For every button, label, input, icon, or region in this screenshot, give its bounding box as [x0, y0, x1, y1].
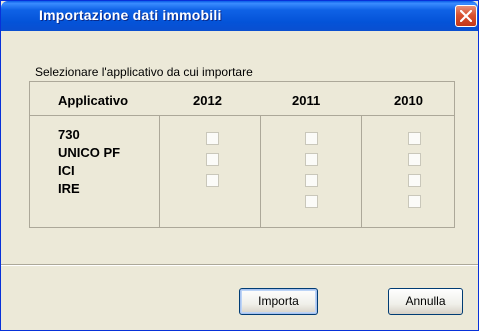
- header-applicativo: Applicativo: [58, 93, 129, 108]
- checkbox-730-2012[interactable]: [206, 132, 219, 145]
- checkbox-ici-2010[interactable]: [408, 174, 421, 187]
- import-button[interactable]: Importa: [239, 288, 318, 315]
- row-label-730: 730: [58, 127, 80, 142]
- checkbox-ire-2011[interactable]: [305, 195, 318, 208]
- checkbox-ire-2010[interactable]: [408, 195, 421, 208]
- checkbox-unico-pf-2011[interactable]: [305, 153, 318, 166]
- separator: [1, 264, 478, 266]
- close-button[interactable]: [455, 5, 477, 27]
- close-icon: [460, 10, 472, 22]
- header-2010: 2010: [394, 93, 423, 108]
- checkbox-ici-2011[interactable]: [305, 174, 318, 187]
- row-label-ire: IRE: [58, 181, 80, 196]
- checkbox-unico-pf-2010[interactable]: [408, 153, 421, 166]
- checkbox-730-2010[interactable]: [408, 132, 421, 145]
- checkbox-730-2011[interactable]: [305, 132, 318, 145]
- header-2012: 2012: [193, 93, 222, 108]
- column-divider: [361, 116, 362, 227]
- table-header: Applicativo 2012 2011 2010: [30, 82, 454, 116]
- row-label-unico-pf: UNICO PF: [58, 145, 121, 160]
- row-label-ici: ICI: [58, 163, 75, 178]
- checkbox-ici-2012[interactable]: [206, 174, 219, 187]
- column-divider: [260, 116, 261, 227]
- title-bar[interactable]: Importazione dati immobili: [1, 1, 478, 31]
- window-title: Importazione dati immobili: [39, 7, 222, 23]
- column-divider: [159, 116, 160, 227]
- checkbox-unico-pf-2012[interactable]: [206, 153, 219, 166]
- section-label: Selezionare l'applicativo da cui importa…: [35, 65, 253, 79]
- applicativo-table: Applicativo 2012 2011 2010 730 UNICO PF …: [29, 81, 455, 228]
- cancel-button[interactable]: Annulla: [388, 288, 463, 315]
- dialog-window: Importazione dati immobili Selezionare l…: [0, 0, 479, 331]
- header-2011: 2011: [292, 93, 321, 108]
